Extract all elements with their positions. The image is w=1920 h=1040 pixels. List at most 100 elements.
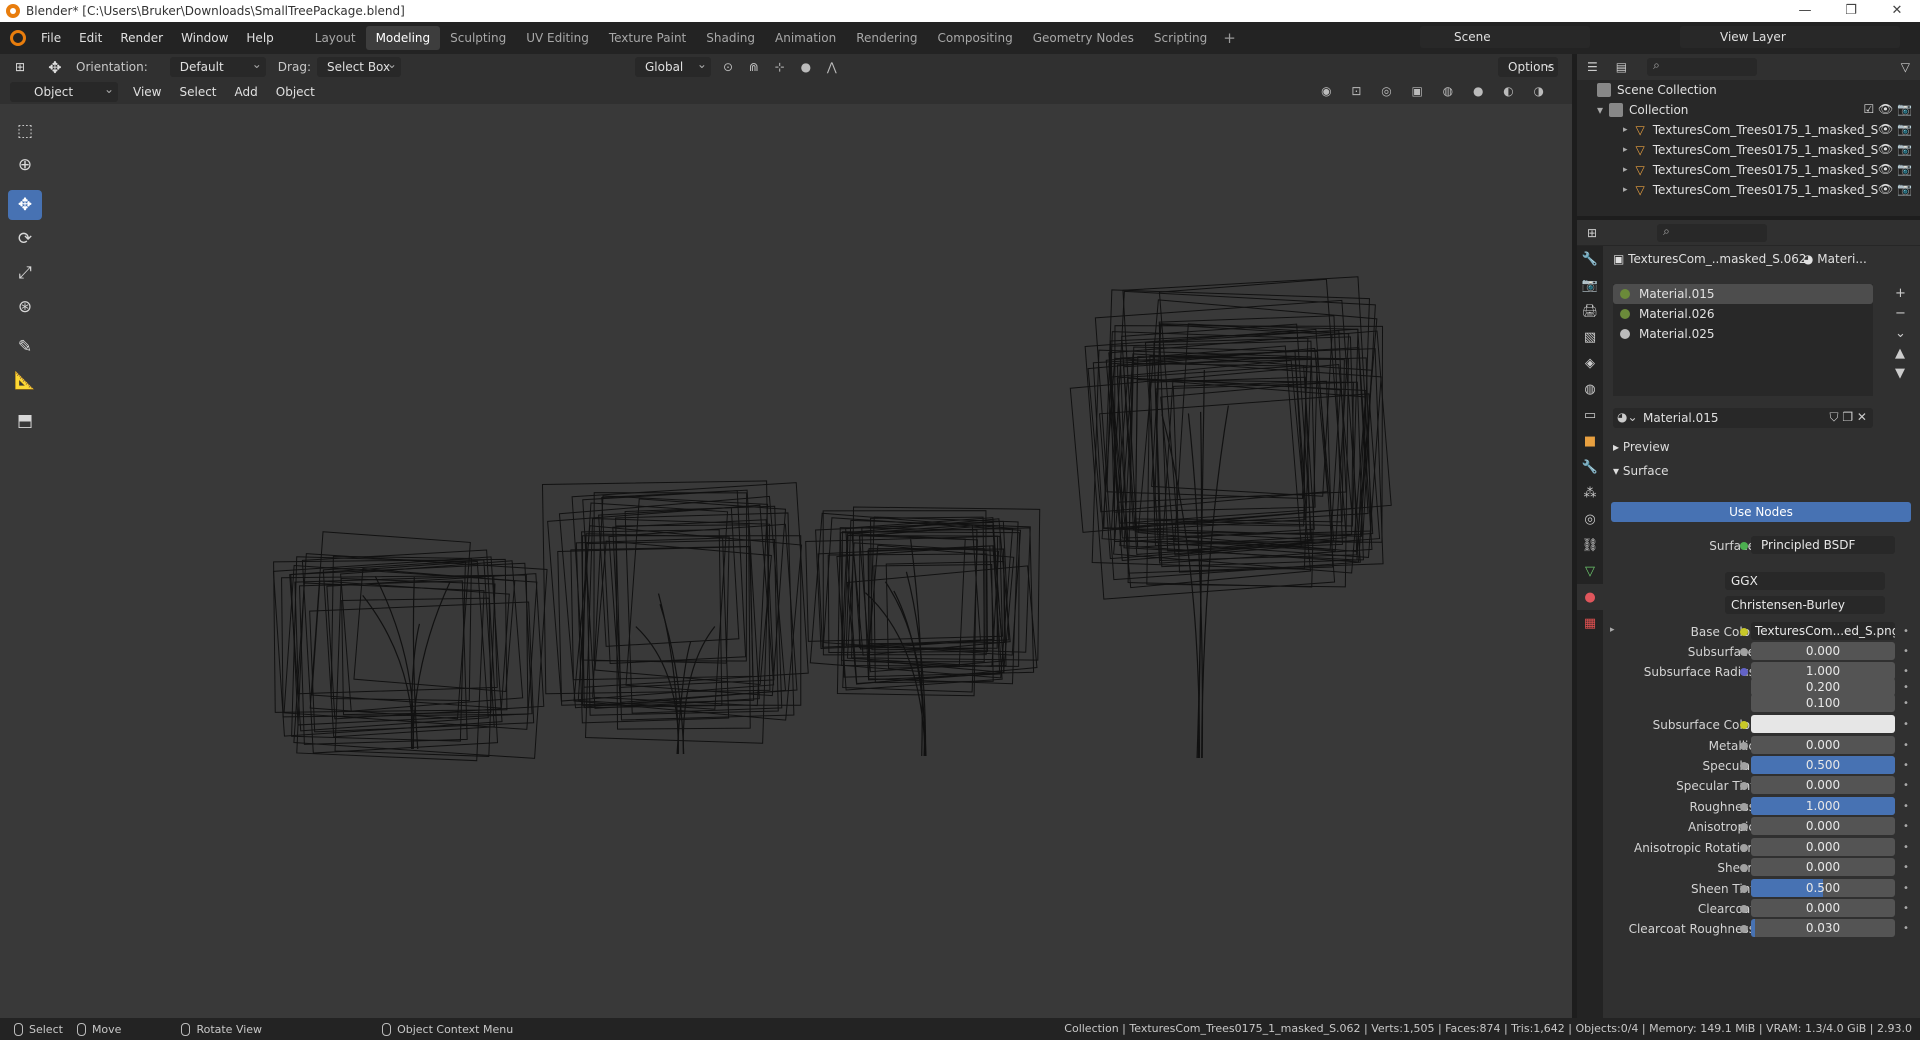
socket-icon[interactable] [1740,925,1748,933]
outliner-object-row[interactable]: ▸ ▽ TexturesCom_Trees0175_1_masked_S 👁 📷 [1577,180,1920,200]
scale-tool-icon[interactable]: ⤢ [8,258,42,288]
minimize-button[interactable]: — [1782,0,1828,22]
param-field[interactable]: 0.500 [1751,879,1895,897]
drag-dropdown[interactable]: Select Box [316,54,401,77]
texture-tab-icon[interactable]: ▦ [1577,610,1603,636]
keyframe-icon[interactable]: • [1903,740,1909,751]
param-field[interactable]: 0.000 [1751,858,1895,876]
socket-icon[interactable] [1740,742,1748,750]
output-tab-icon[interactable]: 🖨 [1577,298,1603,324]
scene-selector[interactable]: Scene [1420,26,1590,48]
param-field[interactable]: 0.000 [1751,838,1895,856]
blender-menu-icon[interactable] [10,30,26,46]
visibility-icon[interactable]: 👁 📷 [1878,142,1912,156]
keyframe-icon[interactable]: • [1903,923,1909,934]
visibility-icon[interactable]: 👁 📷 [1878,182,1912,196]
subsurface-method-dropdown[interactable]: Christensen-Burley [1725,596,1885,614]
tab-texture-paint[interactable]: Texture Paint [599,26,696,50]
tab-sculpting[interactable]: Sculpting [440,26,516,50]
tab-rendering[interactable]: Rendering [846,26,927,50]
keyframe-icon[interactable]: • [1903,862,1909,873]
keyframe-icon[interactable]: • [1903,682,1909,693]
constraints-tab-icon[interactable]: ⛓ [1577,532,1603,558]
material-slot[interactable]: Material.026 [1613,304,1873,324]
preview-panel-header[interactable]: ▸ Preview [1613,440,1670,454]
options-dropdown[interactable]: Options [1498,54,1558,77]
scene-collection-row[interactable]: Scene Collection [1577,80,1920,100]
orientation-dropdown[interactable]: Default [169,54,266,77]
param-field[interactable]: 0.000 [1751,817,1895,835]
param-field[interactable]: 0.500 [1751,756,1895,774]
keyframe-icon[interactable]: • [1903,801,1909,812]
tab-animation[interactable]: Animation [765,26,846,50]
menu-window[interactable]: Window [172,22,237,54]
transform-orientation-dropdown[interactable]: Global [634,54,711,77]
param-field[interactable]: TexturesCom...ed_S.png.002 [1751,622,1895,640]
render-tab-icon[interactable]: 📷 [1577,272,1603,298]
keyframe-icon[interactable]: • [1903,780,1909,791]
tool-tab-icon[interactable]: 🔧 [1577,246,1603,272]
use-nodes-button[interactable]: Use Nodes [1611,502,1911,522]
visibility-icon[interactable]: 👁 📷 [1878,122,1912,136]
maximize-button[interactable]: ❐ [1828,0,1874,22]
world-tab-icon[interactable]: ◍ [1577,376,1603,402]
material-slot[interactable]: Material.025 [1613,324,1873,344]
annotate-tool-icon[interactable]: ✎ [8,332,42,362]
scene-tab-icon[interactable]: ◈ [1577,350,1603,376]
cursor-tool-icon[interactable]: ⊕ [8,150,42,180]
keyframe-icon[interactable]: • [1903,626,1909,637]
keyframe-icon[interactable]: • [1903,666,1909,677]
param-field[interactable]: 0.000 [1751,899,1895,917]
transform-tool-icon[interactable]: ⊛ [8,292,42,322]
param-field[interactable]: 0.000 [1751,736,1895,754]
snap-icons[interactable]: ⊙ ⋒ ⊹ ● ⋀ [723,60,843,74]
tab-shading[interactable]: Shading [696,26,765,50]
socket-icon[interactable] [1740,668,1748,676]
mode-dropdown[interactable]: Object Mode [10,79,118,119]
socket-icon[interactable] [1740,864,1748,872]
tab-compositing[interactable]: Compositing [927,26,1022,50]
visibility-icon[interactable]: 👁 📷 [1878,162,1912,176]
display-mode-icon[interactable]: ▤ [1616,60,1627,74]
collection-tab-icon[interactable]: ▭ [1577,402,1603,428]
measure-tool-icon[interactable]: 📐 [8,366,42,396]
keyframe-icon[interactable]: • [1903,719,1909,730]
socket-icon[interactable] [1740,762,1748,770]
physics-tab-icon[interactable]: ◎ [1577,506,1603,532]
distribution-dropdown[interactable]: GGX [1725,572,1885,590]
outliner-search-input[interactable]: ⌕ [1647,58,1758,76]
socket-icon[interactable] [1740,782,1748,790]
collection-row[interactable]: ▾ Collection ☑ 👁 📷 [1577,100,1920,120]
expand-icon[interactable]: ▸ [1610,625,1615,635]
material-selector[interactable]: ◕⌄ Material.015 ⛉ ❐ ✕ [1613,408,1873,428]
outliner-editor-icon[interactable]: ☰ [1587,60,1598,74]
socket-icon[interactable] [1740,721,1748,729]
outliner-object-row[interactable]: ▸ ▽ TexturesCom_Trees0175_1_masked_S 👁 📷 [1577,120,1920,140]
menu-file[interactable]: File [32,22,70,54]
material-slot-list[interactable]: Material.015 Material.026 Material.025 [1613,284,1873,396]
keyframe-icon[interactable]: • [1903,842,1909,853]
param-field[interactable] [1751,715,1895,733]
param-field[interactable]: 0.100 [1751,694,1895,712]
shading-mode-icons[interactable]: ◉ ⊡ ◎ ▣ ◍ ● ◐ ◑ [1321,84,1552,98]
tab-uv-editing[interactable]: UV Editing [516,26,599,50]
filter-icon[interactable]: ▽ [1901,60,1910,74]
param-field[interactable]: 0.000 [1751,776,1895,794]
add-workspace-icon[interactable]: + [1223,29,1236,47]
tab-modeling[interactable]: Modeling [365,26,441,50]
socket-icon[interactable] [1740,628,1748,636]
particles-tab-icon[interactable]: ⁂ [1577,480,1603,506]
view-layer-selector[interactable]: View Layer [1680,26,1900,48]
outliner-object-row[interactable]: ▸ ▽ TexturesCom_Trees0175_1_masked_S 👁 📷 [1577,140,1920,160]
view-layer-tab-icon[interactable]: ▧ [1577,324,1603,350]
surface-shader-field[interactable]: Principled BSDF [1751,536,1895,554]
menu-help[interactable]: Help [237,22,282,54]
outliner-object-row[interactable]: ▸ ▽ TexturesCom_Trees0175_1_masked_S 👁 📷 [1577,160,1920,180]
collection-visibility-icon[interactable]: ☑ 👁 📷 [1863,102,1912,116]
menu-render[interactable]: Render [111,22,172,54]
properties-search-input[interactable]: ⌕ [1657,223,1768,242]
data-tab-icon[interactable]: ▽ [1577,558,1603,584]
socket-icon[interactable] [1740,905,1748,913]
keyframe-icon[interactable]: • [1903,883,1909,894]
tab-layout[interactable]: Layout [305,26,366,50]
